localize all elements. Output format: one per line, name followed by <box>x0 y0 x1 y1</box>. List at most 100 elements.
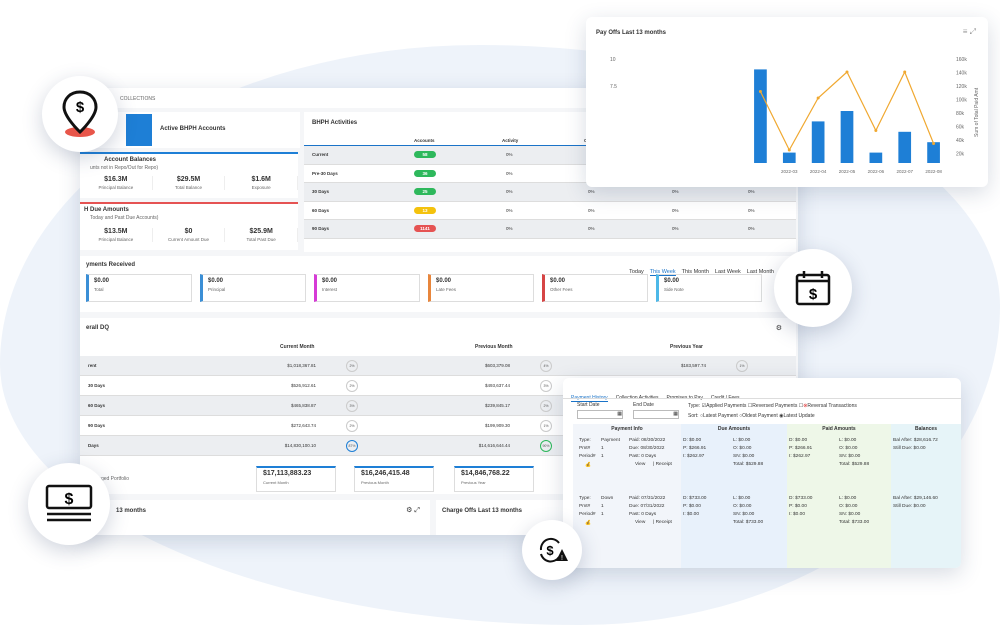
accounts-pill[interactable]: 58 <box>414 151 436 158</box>
ph-col-header: Balances <box>915 426 937 432</box>
view-link[interactable]: View <box>635 462 645 467</box>
dq-amount: $1,018,367.81 <box>287 363 316 368</box>
payment-value: $0.00 <box>550 278 566 284</box>
type-key: Type: <box>579 438 591 443</box>
settings-icon[interactable]: ⚙ <box>776 324 782 332</box>
paid-paid_sn: SN: $0.00 <box>839 512 861 517</box>
sort-latest-label: Latest Payment <box>702 413 738 419</box>
accounts-pill[interactable]: 13 <box>414 206 436 214</box>
stat-item: $0 Current Amount Due <box>153 228 226 242</box>
due-date: Due: 08/30/2022 <box>629 446 665 451</box>
dq-col-current: Current Month <box>280 344 315 350</box>
paid-paid_l: L: $0.00 <box>839 438 857 443</box>
ph-col-header: Due Amounts <box>717 426 751 432</box>
payoff-point <box>758 90 762 93</box>
due-due_p: P: $0.00 <box>683 504 701 509</box>
cell-value: 0% <box>588 189 595 195</box>
svg-text:$: $ <box>76 99 85 116</box>
payment-history-table: Payment Info Due Amounts Paid Amounts Balan… <box>573 424 961 568</box>
paid-date: Paid: 07/31/2022 <box>629 496 666 501</box>
payoff-bar <box>869 152 883 163</box>
cell-value: 0% <box>588 226 595 232</box>
settings-icon[interactable]: ⚙ ⤢ <box>406 506 420 515</box>
dq-amount: $239,845.17 <box>484 403 510 408</box>
type-value: Payment <box>601 438 620 443</box>
payment-label: Principal <box>208 287 226 292</box>
dq-ring: 3% <box>346 400 358 412</box>
type-value: Down <box>601 496 614 501</box>
accounts-pill[interactable]: 36 <box>414 169 436 177</box>
dq-ring: 1% <box>736 360 748 372</box>
pmt-key: Pmt# <box>579 446 591 451</box>
dq-row: rent $1,018,367.81 2% $603,379.08 4% $183,597… <box>80 356 796 376</box>
reversal-label: Reversal Transactions <box>807 403 857 409</box>
cell-value: 0% <box>588 207 595 213</box>
end-date-label: End Date <box>633 402 654 408</box>
right-tick: 160k <box>956 57 967 63</box>
accounts-pill[interactable]: 25 <box>414 188 436 196</box>
start-date-input[interactable]: ▦ <box>577 410 623 419</box>
receipt-link[interactable]: | Receipt <box>653 520 672 525</box>
money-bag-icon: 💰 <box>585 463 591 468</box>
payoff-point <box>787 148 791 152</box>
svg-text:$: $ <box>546 543 554 558</box>
dq-amount: $14,616,644.44 <box>478 443 510 448</box>
end-date-group: End Date ▦ <box>633 402 679 419</box>
bottom-left-title: 13 months <box>116 508 147 514</box>
payment-card: $0.00 Principal <box>200 274 306 302</box>
dq-amount: $14,830,100.10 <box>284 443 316 448</box>
payments-items: $0.00 Total $0.00 Principal $0.00 Interest $0.… <box>86 274 762 302</box>
dq-ring: 4% <box>540 360 552 372</box>
dq-label: 30 Days <box>88 383 106 388</box>
payment-value: $0.00 <box>322 278 338 284</box>
payoff-bar <box>898 131 912 163</box>
payoff-bar <box>840 111 854 163</box>
payoff-point <box>845 70 849 74</box>
cell-value: 0% <box>506 170 513 176</box>
payments-title: yments Received <box>86 262 136 268</box>
ph-row: Type: Payment Pmt# 1 Period# 1 💰 Paid: 08/30/20… <box>573 438 961 492</box>
paid-paid_o: O: $0.00 <box>839 446 858 451</box>
cell-value: 0% <box>672 207 679 213</box>
view-link[interactable]: View <box>635 520 645 525</box>
end-date-input[interactable]: ▦ <box>633 410 679 419</box>
right-tick: 120k <box>956 84 967 90</box>
x-tick: 2022-07 <box>896 169 913 174</box>
payment-history-card: Payment History Collection Activities Prom… <box>563 378 961 568</box>
svg-text:$: $ <box>809 286 818 303</box>
svg-text:$: $ <box>65 491 74 508</box>
location-dollar-icon: $ <box>42 76 118 152</box>
accounts-pill[interactable]: 1141 <box>414 225 436 233</box>
due-total: Total: $733.00 <box>733 520 764 525</box>
left-tick: 7.5 <box>610 84 617 90</box>
stat-label: Exposure <box>251 185 271 190</box>
x-tick: 2022-08 <box>925 169 942 174</box>
calendar-dollar-icon: $ <box>774 249 852 327</box>
due-due_d: D: $0.00 <box>683 438 702 443</box>
dq-header: Current Month Previous Month Previous Ye… <box>80 344 796 354</box>
x-tick: 2022-04 <box>810 169 827 174</box>
cell-value: 0% <box>506 152 513 157</box>
start-date-label: Start Date <box>577 402 600 408</box>
balances-items: $16.3M Principal Balance $29.5M Total Balan… <box>80 176 299 190</box>
cell-value: 0% <box>506 189 513 195</box>
payment-card: $0.00 Side Note <box>656 274 762 302</box>
dq-label: rent <box>88 363 97 368</box>
right-tick: 60k <box>956 125 965 131</box>
stat-value: $16.3M <box>104 176 128 183</box>
accounts-bar <box>126 114 152 146</box>
payment-value: $0.00 <box>664 278 680 284</box>
payment-label: Interest <box>322 287 338 292</box>
row-label: 90 Days <box>312 226 330 232</box>
dq-amount: $526,912.61 <box>290 383 316 388</box>
dq-label: 90 Days <box>88 423 106 428</box>
start-date-group: Start Date ▦ <box>577 402 623 419</box>
payment-label: Side Note <box>664 287 684 292</box>
ph-row: Type: Down Pmt# 1 Period# 1 💰 Paid: 07/31/2022 D… <box>573 496 961 550</box>
sort-update-label: Latest Update <box>783 413 815 419</box>
receipt-link[interactable]: | Receipt <box>653 462 672 467</box>
right-tick: 100k <box>956 98 967 104</box>
type-filter: Type: ☑Applied Payments ☐Reversed Paymen… <box>688 403 857 409</box>
ph-col-header: Payment Info <box>611 426 643 432</box>
cell-value: 0% <box>748 189 755 195</box>
